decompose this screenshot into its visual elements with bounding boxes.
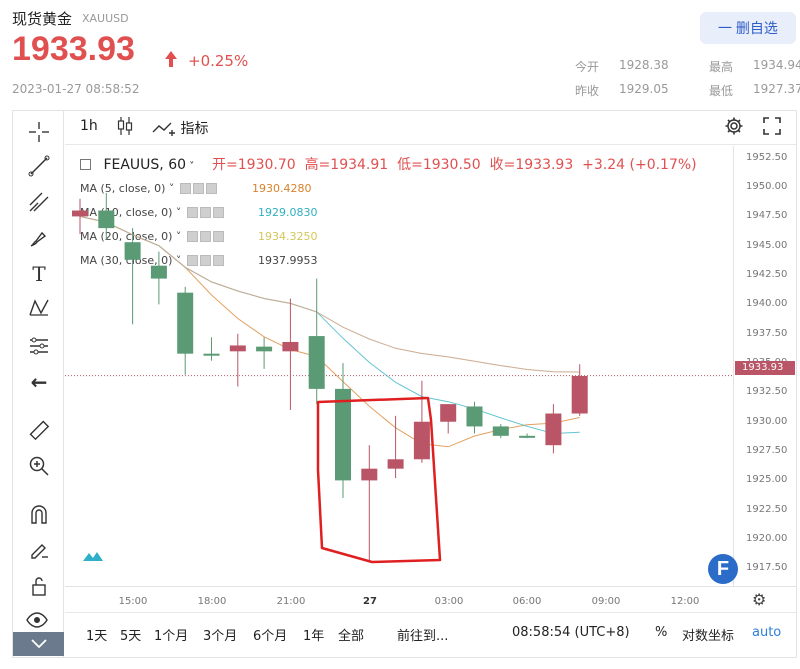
price-tick-label: 1942.50: [746, 269, 788, 281]
candle-body: [150, 265, 167, 279]
candle-body: [492, 426, 509, 436]
price-tick-label: 1930.00: [746, 415, 788, 427]
price-tick-label: 1937.50: [746, 327, 788, 339]
price-tick-label: 1950.00: [746, 181, 788, 193]
range-5d[interactable]: 5天: [120, 625, 141, 644]
candle-body: [440, 404, 457, 422]
candle-body: [335, 388, 351, 481]
price-tick-label: 1940.00: [746, 298, 788, 310]
auto-scale-toggle[interactable]: auto: [752, 625, 781, 640]
price-tick-label: 1945.00: [746, 239, 788, 251]
candle-body: [413, 421, 430, 460]
candle-body: [203, 353, 220, 356]
goto-date-button[interactable]: 前往到...: [397, 625, 448, 644]
candlestick-chart[interactable]: [0, 0, 800, 669]
candle-body: [545, 413, 562, 446]
range-1m[interactable]: 1个月: [154, 625, 188, 644]
candle-body: [571, 375, 588, 414]
ma-line-20: [79, 215, 580, 373]
time-label: 06:00: [512, 596, 542, 607]
candle-body: [124, 242, 141, 260]
price-tick-label: 1932.50: [746, 386, 788, 398]
price-tick-label: 1920.00: [746, 533, 788, 545]
ma-line-30: [79, 215, 580, 373]
percent-scale-toggle[interactable]: %: [655, 625, 667, 640]
tradingview-logo-icon[interactable]: [82, 548, 104, 562]
candle-body: [308, 336, 325, 389]
axis-settings-gear-icon[interactable]: ⚙: [752, 590, 766, 609]
time-label: 15:00: [118, 596, 148, 607]
time-label: 03:00: [434, 596, 464, 607]
candle-body: [229, 345, 246, 352]
time-axis-line: [65, 586, 796, 587]
range-3m[interactable]: 3个月: [203, 625, 237, 644]
time-label: 21:00: [276, 596, 306, 607]
candle-body: [361, 468, 378, 481]
candle-body: [256, 346, 273, 352]
current-price-tag: 1933.93: [735, 361, 795, 375]
candle-body: [466, 406, 483, 427]
price-tick-label: 1917.50: [746, 562, 788, 574]
candle-body: [387, 459, 404, 469]
time-label: 12:00: [670, 596, 700, 607]
range-6m[interactable]: 6个月: [253, 625, 287, 644]
time-label: 27: [363, 596, 377, 607]
candle-body: [282, 341, 299, 352]
timezone-clock[interactable]: 08:58:54 (UTC+8): [512, 625, 630, 640]
ma-line-5: [79, 215, 580, 448]
brand-logo: F: [708, 554, 738, 584]
range-1d[interactable]: 1天: [86, 625, 107, 644]
candle-body: [98, 210, 115, 229]
candle-body: [177, 292, 194, 354]
range-all[interactable]: 全部: [338, 625, 364, 644]
price-tick-label: 1947.50: [746, 210, 788, 222]
price-tick-label: 1925.00: [746, 474, 788, 486]
time-label: 09:00: [591, 596, 621, 607]
price-tick-label: 1927.50: [746, 445, 788, 457]
range-1y[interactable]: 1年: [303, 625, 324, 644]
candle-body: [72, 210, 88, 217]
price-tick-label: 1952.50: [746, 151, 788, 163]
time-label: 18:00: [197, 596, 227, 607]
candle-body: [519, 435, 536, 438]
price-tick-label: 1922.50: [746, 503, 788, 515]
log-scale-toggle[interactable]: 对数坐标: [682, 625, 734, 644]
